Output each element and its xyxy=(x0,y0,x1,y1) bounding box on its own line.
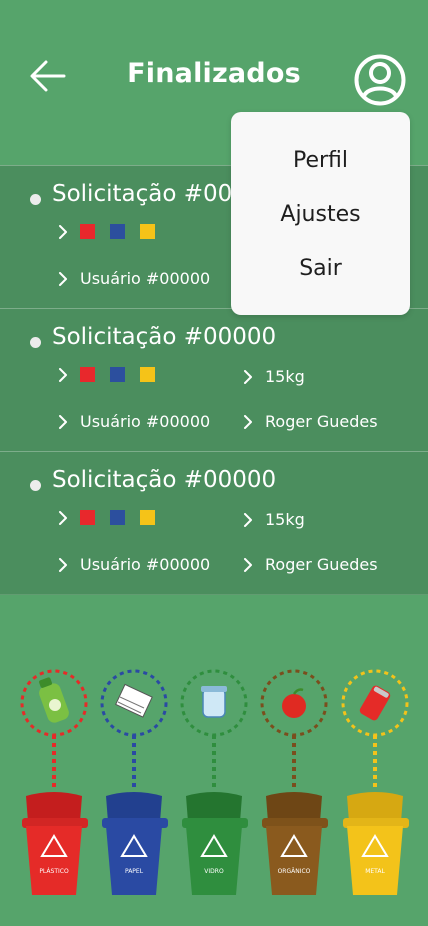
metal-label: METAL xyxy=(365,868,385,875)
bullet-dot xyxy=(30,480,41,491)
metal-swatch xyxy=(140,510,155,525)
metal-swatch xyxy=(140,224,155,239)
chevron-right-icon xyxy=(244,557,252,572)
collector-row: Roger Guedes xyxy=(241,412,378,431)
paper-label: PAPEL xyxy=(125,868,144,875)
plastic-swatch xyxy=(80,224,95,239)
request-title: Solicitação #00000 xyxy=(52,324,277,350)
glass-label: VIDRO xyxy=(204,868,224,875)
collector-name: Roger Guedes xyxy=(265,555,378,574)
collector-row: Roger Guedes xyxy=(241,555,378,574)
request-card[interactable]: Solicitação #00000 15kg Usuário #00000 R… xyxy=(0,308,428,451)
metal-bin: METAL xyxy=(341,669,409,895)
user-id: Usuário #00000 xyxy=(80,555,211,574)
user-id: Usuário #00000 xyxy=(80,269,211,288)
chevron-right-icon xyxy=(244,369,252,384)
paper-swatch xyxy=(110,224,125,239)
plastic-swatch xyxy=(80,510,95,525)
chevron-right-icon xyxy=(59,510,67,525)
menu-item-sair[interactable]: Sair xyxy=(231,241,410,295)
organic-label: ORGÂNICO xyxy=(278,868,311,875)
request-title: Solicitação #00000 xyxy=(52,467,277,493)
menu-item-perfil[interactable]: Perfil xyxy=(231,133,410,187)
user-row: Usuário #00000 xyxy=(56,269,210,288)
chevron-right-icon xyxy=(59,271,67,286)
chevron-right-icon xyxy=(59,224,67,239)
paper-icon xyxy=(115,683,153,718)
collector-name: Roger Guedes xyxy=(265,412,378,431)
glass-bin: VIDRO xyxy=(180,669,248,895)
organic-bin: ORGÂNICO xyxy=(260,669,328,895)
chevron-right-icon xyxy=(59,414,67,429)
weight-row: 15kg xyxy=(241,510,305,529)
material-row xyxy=(56,510,170,525)
material-row xyxy=(56,367,170,382)
bullet-dot xyxy=(30,194,41,205)
jar-icon xyxy=(201,686,227,718)
paper-swatch xyxy=(110,367,125,382)
chevron-right-icon xyxy=(59,557,67,572)
plastic-bin: PLÁSTICO xyxy=(20,669,88,895)
paper-swatch xyxy=(110,510,125,525)
chevron-right-icon xyxy=(244,414,252,429)
recycling-bins-illustration: PLÁSTICO PAPEL VIDRO ORGÂNICO METAL xyxy=(20,669,409,895)
paper-bin: PAPEL xyxy=(100,669,168,895)
menu-item-ajustes[interactable]: Ajustes xyxy=(231,187,410,241)
weight-value: 15kg xyxy=(265,367,305,386)
material-row xyxy=(56,224,170,239)
user-row: Usuário #00000 xyxy=(56,412,210,431)
request-card[interactable]: Solicitação #00000 15kg Usuário #00000 R… xyxy=(0,451,428,595)
weight-row: 15kg xyxy=(241,367,305,386)
plastic-label: PLÁSTICO xyxy=(39,868,69,875)
user-id: Usuário #00000 xyxy=(80,412,211,431)
chevron-right-icon xyxy=(244,512,252,527)
plastic-swatch xyxy=(80,367,95,382)
weight-value: 15kg xyxy=(265,510,305,529)
apple-icon xyxy=(282,688,306,718)
bottle-icon xyxy=(39,677,69,723)
profile-avatar-icon[interactable] xyxy=(354,54,406,106)
metal-swatch xyxy=(140,367,155,382)
profile-dropdown-menu: Perfil Ajustes Sair xyxy=(231,112,410,315)
can-icon xyxy=(359,685,391,721)
user-row: Usuário #00000 xyxy=(56,555,210,574)
chevron-right-icon xyxy=(59,367,67,382)
bullet-dot xyxy=(30,337,41,348)
